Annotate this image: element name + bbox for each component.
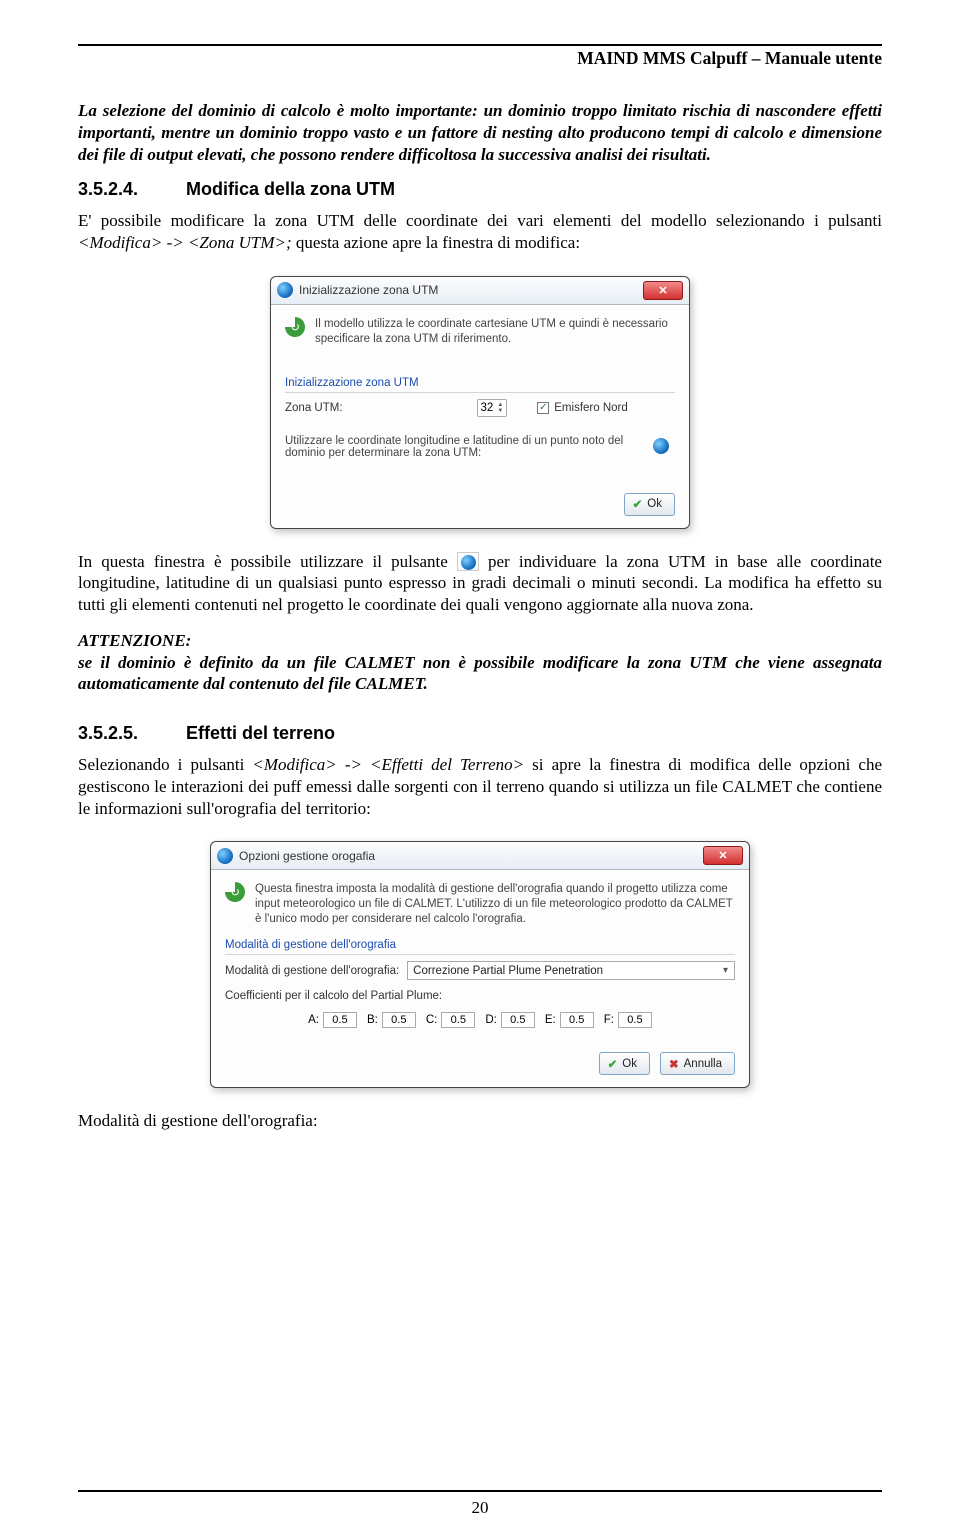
globe-icon xyxy=(277,282,293,298)
close-icon[interactable]: ✕ xyxy=(703,846,743,865)
attention-title: ATTENZIONE: xyxy=(78,631,191,650)
zone-value: 32 xyxy=(481,402,494,414)
close-icon[interactable]: ✕ xyxy=(643,281,683,300)
heading-number: 3.5.2.4. xyxy=(78,179,186,200)
x-icon: ✖ xyxy=(669,1057,679,1071)
hemisphere-checkbox[interactable]: ✓ Emisfero Nord xyxy=(537,402,628,414)
dialog-orography-title: Opzioni gestione orogafia xyxy=(239,849,375,863)
dialog-utm-wrap: Inizializzazione zona UTM ✕ ↻ Il modello… xyxy=(78,276,882,529)
refresh-icon: ↻ xyxy=(285,317,305,337)
refresh-icon: ↻ xyxy=(225,882,245,902)
page-header: MAIND MMS Calpuff – Manuale utente xyxy=(78,44,882,69)
ok-button[interactable]: ✔ Ok xyxy=(624,493,675,516)
coeff-row: A:0.5 B:0.5 C:0.5 D:0.5 E:0.5 F:0.5 xyxy=(225,1012,735,1028)
heading-text: Effetti del terreno xyxy=(186,723,335,744)
dialog-orography-wrap: Opzioni gestione orogafia ✕ ↻ Questa fin… xyxy=(78,841,882,1088)
coef-d[interactable]: 0.5 xyxy=(501,1012,535,1028)
dialog-utm-body: ↻ Il modello utilizza le coordinate cart… xyxy=(271,305,689,485)
dialog-orography-body: ↻ Questa finestra imposta la modalità di… xyxy=(211,870,749,1044)
dialog-utm-title: Inizializzazione zona UTM xyxy=(299,283,438,297)
ok-label: Ok xyxy=(622,1058,637,1070)
heading-3525: 3.5.2.5. Effetti del terreno xyxy=(78,723,882,744)
chevron-down-icon[interactable]: ▼ xyxy=(497,408,503,414)
header-title: MAIND MMS Calpuff – Manuale utente xyxy=(577,48,882,68)
dialog-orography-info: Questa finestra imposta la modalità di g… xyxy=(255,882,735,927)
coef-c[interactable]: 0.5 xyxy=(441,1012,475,1028)
page-number: 20 xyxy=(472,1498,489,1517)
coef-f[interactable]: 0.5 xyxy=(618,1012,652,1028)
dialog-orography-group-label: Modalità di gestione dell'orografia xyxy=(225,939,735,955)
heading-text: Modifica della zona UTM xyxy=(186,179,395,200)
zone-label: Zona UTM: xyxy=(285,402,343,414)
dialog-utm-titlebar: Inizializzazione zona UTM ✕ xyxy=(271,277,689,305)
attention-block: ATTENZIONE: se il dominio è definito da … xyxy=(78,630,882,695)
mode-value: Correzione Partial Plume Penetration xyxy=(413,965,603,977)
mode-label: Modalità di gestione dell'orografia: xyxy=(225,965,399,977)
dialog-utm-subtext: Utilizzare le coordinate longitudine e l… xyxy=(285,435,633,459)
coef-b[interactable]: 0.5 xyxy=(382,1012,416,1028)
page-footer: 20 xyxy=(78,1490,882,1518)
locate-globe-button[interactable] xyxy=(653,438,669,454)
check-icon: ✔ xyxy=(633,497,643,511)
paragraph-intro: La selezione del dominio di calcolo è mo… xyxy=(78,100,882,165)
content: La selezione del dominio di calcolo è mo… xyxy=(78,100,882,1132)
dialog-orography-titlebar: Opzioni gestione orogafia ✕ xyxy=(211,842,749,870)
ok-button[interactable]: ✔ Ok xyxy=(599,1052,650,1075)
dialog-utm-group-label: Inizializzazione zona UTM xyxy=(285,377,675,393)
inline-globe-icon xyxy=(457,552,479,571)
paragraph-utm-intro: E' possibile modificare la zona UTM dell… xyxy=(78,210,882,254)
paragraph-orography-mode: Modalità di gestione dell'orografia: xyxy=(78,1110,882,1132)
zone-spinner[interactable]: 32 ▲▼ xyxy=(477,399,508,417)
hemisphere-label: Emisfero Nord xyxy=(554,402,628,414)
dialog-utm: Inizializzazione zona UTM ✕ ↻ Il modello… xyxy=(270,276,690,529)
attention-body: se il dominio è definito da un file CALM… xyxy=(78,653,882,694)
coef-e[interactable]: 0.5 xyxy=(560,1012,594,1028)
ok-label: Ok xyxy=(647,498,662,510)
dialog-utm-info: Il modello utilizza le coordinate cartes… xyxy=(315,317,675,347)
check-icon: ✔ xyxy=(608,1057,618,1071)
paragraph-terrain-intro: Selezionando i pulsanti <Modifica> -> <E… xyxy=(78,754,882,819)
coeff-label: Coefficienti per il calcolo del Partial … xyxy=(225,990,735,1002)
globe-icon xyxy=(217,848,233,864)
cancel-button[interactable]: ✖ Annulla xyxy=(660,1052,735,1075)
heading-number: 3.5.2.5. xyxy=(78,723,186,744)
checkbox-icon: ✓ xyxy=(537,402,549,414)
coef-a[interactable]: 0.5 xyxy=(323,1012,357,1028)
paragraph-after-dlg1: In questa finestra è possibile utilizzar… xyxy=(78,551,882,616)
dialog-orography: Opzioni gestione orogafia ✕ ↻ Questa fin… xyxy=(210,841,750,1088)
cancel-label: Annulla xyxy=(684,1058,722,1070)
heading-3524: 3.5.2.4. Modifica della zona UTM xyxy=(78,179,882,200)
mode-select[interactable]: Correzione Partial Plume Penetration xyxy=(407,961,735,980)
